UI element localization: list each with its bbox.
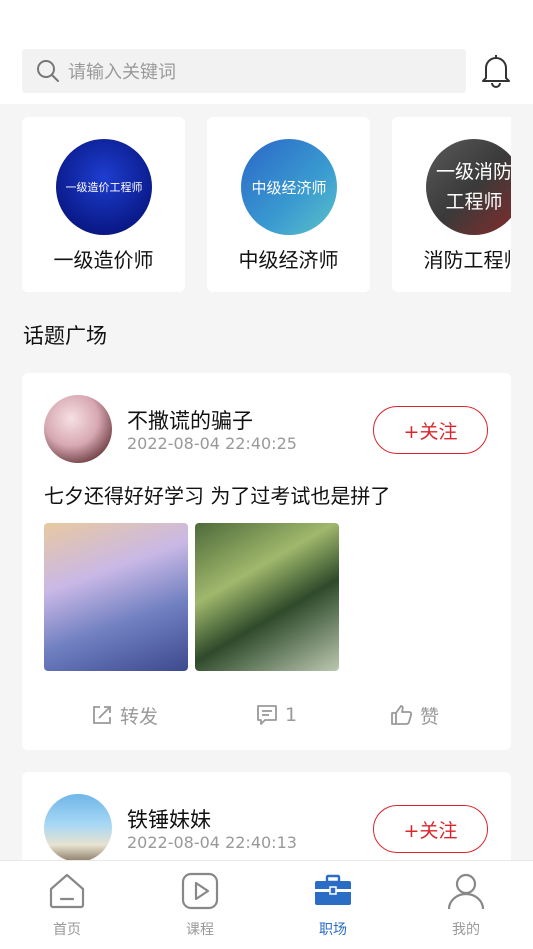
tab-label: 课程 [186,922,214,938]
category-image: 一级造价工程师 [56,139,152,235]
avatar[interactable] [44,794,112,862]
category-card-economist[interactable]: 中级经济师 中级经济师 [207,117,370,292]
search-placeholder: 请输入关键词 [68,62,176,83]
avatar[interactable] [44,395,112,463]
section-title: 话题广场 [23,324,107,348]
comment-count: 1 [285,704,298,726]
category-image: 中级经济师 [241,139,337,235]
post-content: 七夕还得好好学习 为了过考试也是拼了 [44,484,391,508]
home-icon [49,873,85,909]
category-image: 一级消防工程师 [426,139,511,235]
thumbs-up-icon [391,705,413,725]
tab-workplace[interactable]: 职场 [283,871,383,949]
search-input[interactable]: 请输入关键词 [22,49,466,93]
tab-label: 我的 [452,922,480,938]
briefcase-icon [315,874,351,905]
tab-courses[interactable]: 课程 [150,871,250,949]
play-icon [181,872,219,910]
like-button[interactable]: 赞 [390,695,439,735]
search-icon [37,60,59,82]
post-username[interactable]: 铁锤妹妹 [127,804,211,834]
bottom-tab-bar: 首页 课程 职场 我的 [0,860,533,949]
follow-button[interactable]: +关注 [373,406,488,454]
post-card: 不撒谎的骗子 2022-08-04 22:40:25 +关注 七夕还得好好学习 … [22,373,511,750]
category-label: 一级造价师 [53,248,154,272]
share-icon [93,706,111,724]
tab-home[interactable]: 首页 [17,871,117,949]
bell-icon[interactable] [480,54,512,88]
category-card-cost-engineer[interactable]: 一级造价工程师 一级造价师 [22,117,185,292]
post-card: 铁锤妹妹 2022-08-04 22:40:13 +关注 [22,772,511,872]
tab-label: 职场 [319,922,347,938]
tab-label: 首页 [53,922,81,938]
comment-button[interactable]: 1 [255,695,297,735]
post-username[interactable]: 不撒谎的骗子 [127,405,253,435]
share-button[interactable]: 转发 [90,695,158,735]
post-time: 2022-08-04 22:40:25 [127,434,297,453]
like-label: 赞 [420,705,440,728]
header: 请输入关键词 [0,0,533,104]
tab-profile[interactable]: 我的 [416,871,516,949]
person-icon [447,873,485,910]
post-image[interactable] [195,523,339,671]
category-card-fire-engineer[interactable]: 一级消防工程师 消防工程师 [392,117,511,292]
category-label: 中级经济师 [238,248,339,272]
category-label: 消防工程师 [423,248,512,272]
share-label: 转发 [120,705,159,728]
follow-button[interactable]: +关注 [373,805,488,853]
post-time: 2022-08-04 22:40:13 [127,833,297,852]
post-actions: 转发 1 赞 [22,695,511,735]
post-image[interactable] [44,523,188,671]
comment-icon [257,705,277,725]
category-carousel[interactable]: 一级造价工程师 一级造价师 中级经济师 中级经济师 一级消防工程师 消防工程师 [22,117,511,292]
